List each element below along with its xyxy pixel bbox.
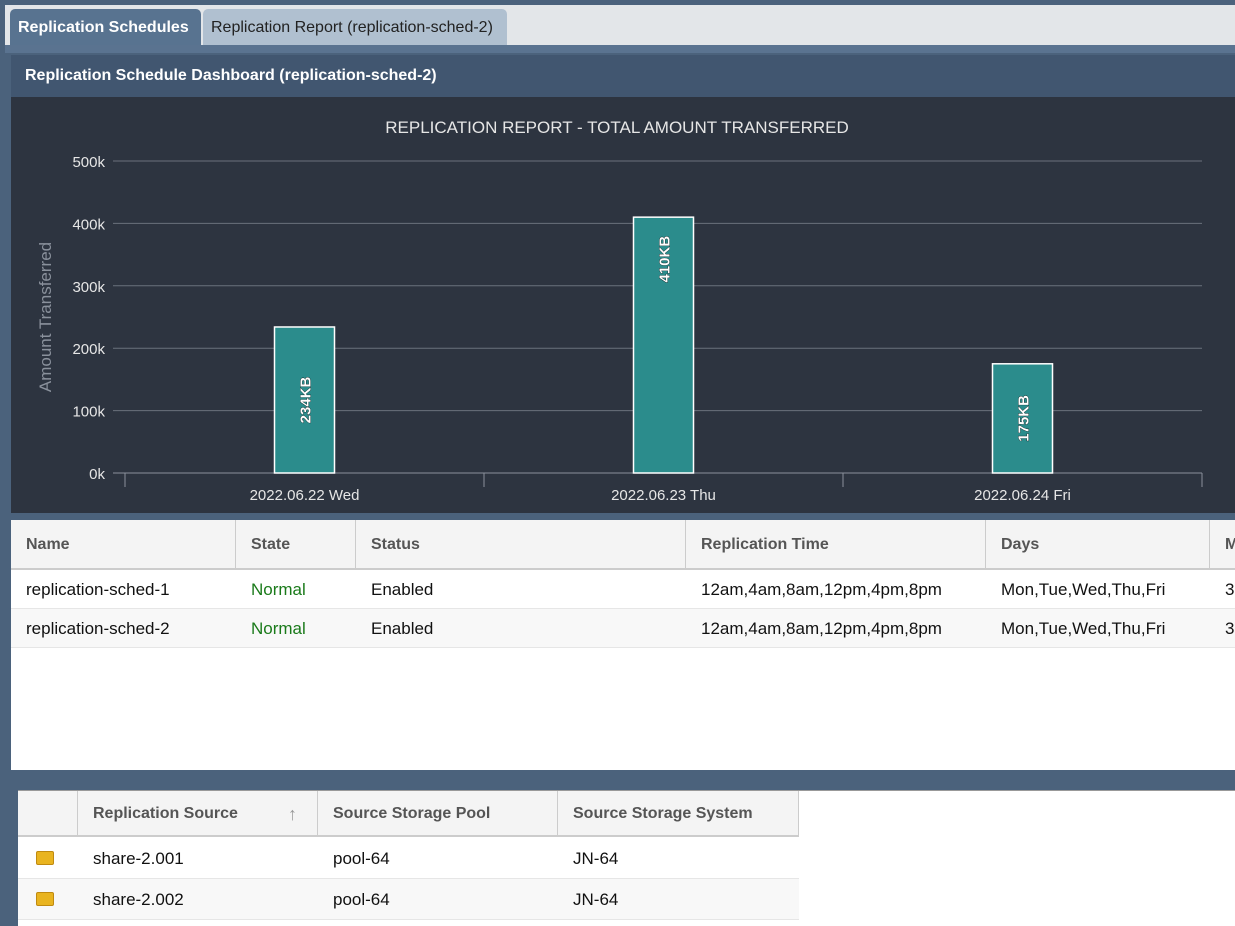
status-cell: Enabled bbox=[371, 580, 434, 599]
name-cell: replication-sched-2 bbox=[26, 619, 170, 638]
sources-table: Replication Source ↑ Source Storage Pool So… bbox=[18, 790, 1235, 926]
tab-bar: Replication Schedules Replication Report… bbox=[5, 5, 1235, 45]
table-row[interactable]: replication-sched-1 Normal Enabled 12am,4am… bbox=[11, 570, 1235, 609]
replication-time-cell: 12am,4am,8am,12pm,4pm,8pm bbox=[701, 619, 942, 638]
y-tick-label: 0k bbox=[89, 466, 105, 483]
y-axis-label: Amount Transferred bbox=[36, 242, 55, 392]
y-tick-label: 400k bbox=[72, 216, 105, 233]
bar-data-label: 234KB bbox=[298, 376, 315, 423]
tab-replication-schedules[interactable]: Replication Schedules bbox=[10, 9, 201, 45]
status-cell: Enabled bbox=[371, 619, 434, 638]
column-header-label: Source Storage System bbox=[573, 805, 753, 822]
replication-time-cell: 12am,4am,8am,12pm,4pm,8pm bbox=[701, 580, 942, 599]
replication-source-cell: share-2.001 bbox=[93, 849, 184, 868]
column-header[interactable]: Name bbox=[11, 520, 236, 570]
x-tick-label: 2022.06.24 Fri bbox=[974, 487, 1071, 504]
source-storage-system-cell: JN-64 bbox=[573, 849, 619, 868]
column-header[interactable]: Source Storage Pool bbox=[318, 791, 558, 837]
source-storage-system-cell: JN-64 bbox=[573, 890, 619, 909]
column-header[interactable]: Replication Time bbox=[686, 520, 986, 570]
table-row[interactable]: share-2.002 pool-64 JN-64 bbox=[18, 879, 799, 920]
bar-data-label: 175KB bbox=[1016, 395, 1033, 442]
days-cell: Mon,Tue,Wed,Thu,Fri bbox=[1001, 619, 1166, 638]
column-header[interactable] bbox=[18, 791, 78, 837]
chart-title: REPLICATION REPORT - TOTAL AMOUNT TRANSF… bbox=[385, 118, 849, 137]
bar-chart: REPLICATION REPORT - TOTAL AMOUNT TRANSF… bbox=[36, 118, 1203, 504]
state-cell: Normal bbox=[251, 580, 306, 599]
y-tick-label: 500k bbox=[72, 154, 105, 171]
days-cell: Mon,Tue,Wed,Thu,Fri bbox=[1001, 580, 1166, 599]
bar-data-label: 410KB bbox=[657, 236, 674, 283]
x-tick-label: 2022.06.23 Thu bbox=[611, 487, 716, 504]
y-tick-label: 200k bbox=[72, 341, 105, 358]
column-header[interactable]: Replication Source ↑ bbox=[78, 791, 318, 837]
table-row[interactable]: share-2.001 pool-64 JN-64 bbox=[18, 838, 799, 879]
source-storage-pool-cell: pool-64 bbox=[333, 849, 390, 868]
source-storage-pool-cell: pool-64 bbox=[333, 890, 390, 909]
column-header[interactable]: Source Storage System bbox=[558, 791, 799, 837]
x-tick-label: 2022.06.22 Wed bbox=[250, 487, 360, 504]
share-folder-icon bbox=[36, 892, 54, 906]
schedules-table: NameStateStatusReplication TimeDaysM rep… bbox=[11, 520, 1235, 770]
y-tick-label: 300k bbox=[72, 279, 105, 296]
state-cell: Normal bbox=[251, 619, 306, 638]
column-header[interactable]: Days bbox=[986, 520, 1210, 570]
table-row[interactable]: replication-sched-2 Normal Enabled 12am,4am… bbox=[11, 609, 1235, 648]
column-header[interactable]: Status bbox=[356, 520, 686, 570]
m-cell: 3 bbox=[1225, 580, 1235, 599]
column-header[interactable]: State bbox=[236, 520, 356, 570]
sort-ascending-icon[interactable]: ↑ bbox=[288, 791, 297, 837]
chart-area: REPLICATION REPORT - TOTAL AMOUNT TRANSF… bbox=[11, 97, 1235, 513]
column-header[interactable]: M bbox=[1210, 520, 1235, 570]
column-header-label: Replication Source bbox=[93, 805, 238, 822]
y-tick-label: 100k bbox=[72, 404, 105, 421]
tab-replication-report[interactable]: Replication Report (replication-sched-2) bbox=[203, 9, 507, 45]
tab-strip bbox=[5, 45, 1235, 53]
name-cell: replication-sched-1 bbox=[26, 580, 170, 599]
panel-title: Replication Schedule Dashboard (replicat… bbox=[11, 55, 1235, 97]
share-folder-icon bbox=[36, 851, 54, 865]
replication-source-cell: share-2.002 bbox=[93, 890, 184, 909]
m-cell: 3 bbox=[1225, 619, 1235, 638]
column-header-label: Source Storage Pool bbox=[333, 805, 491, 822]
